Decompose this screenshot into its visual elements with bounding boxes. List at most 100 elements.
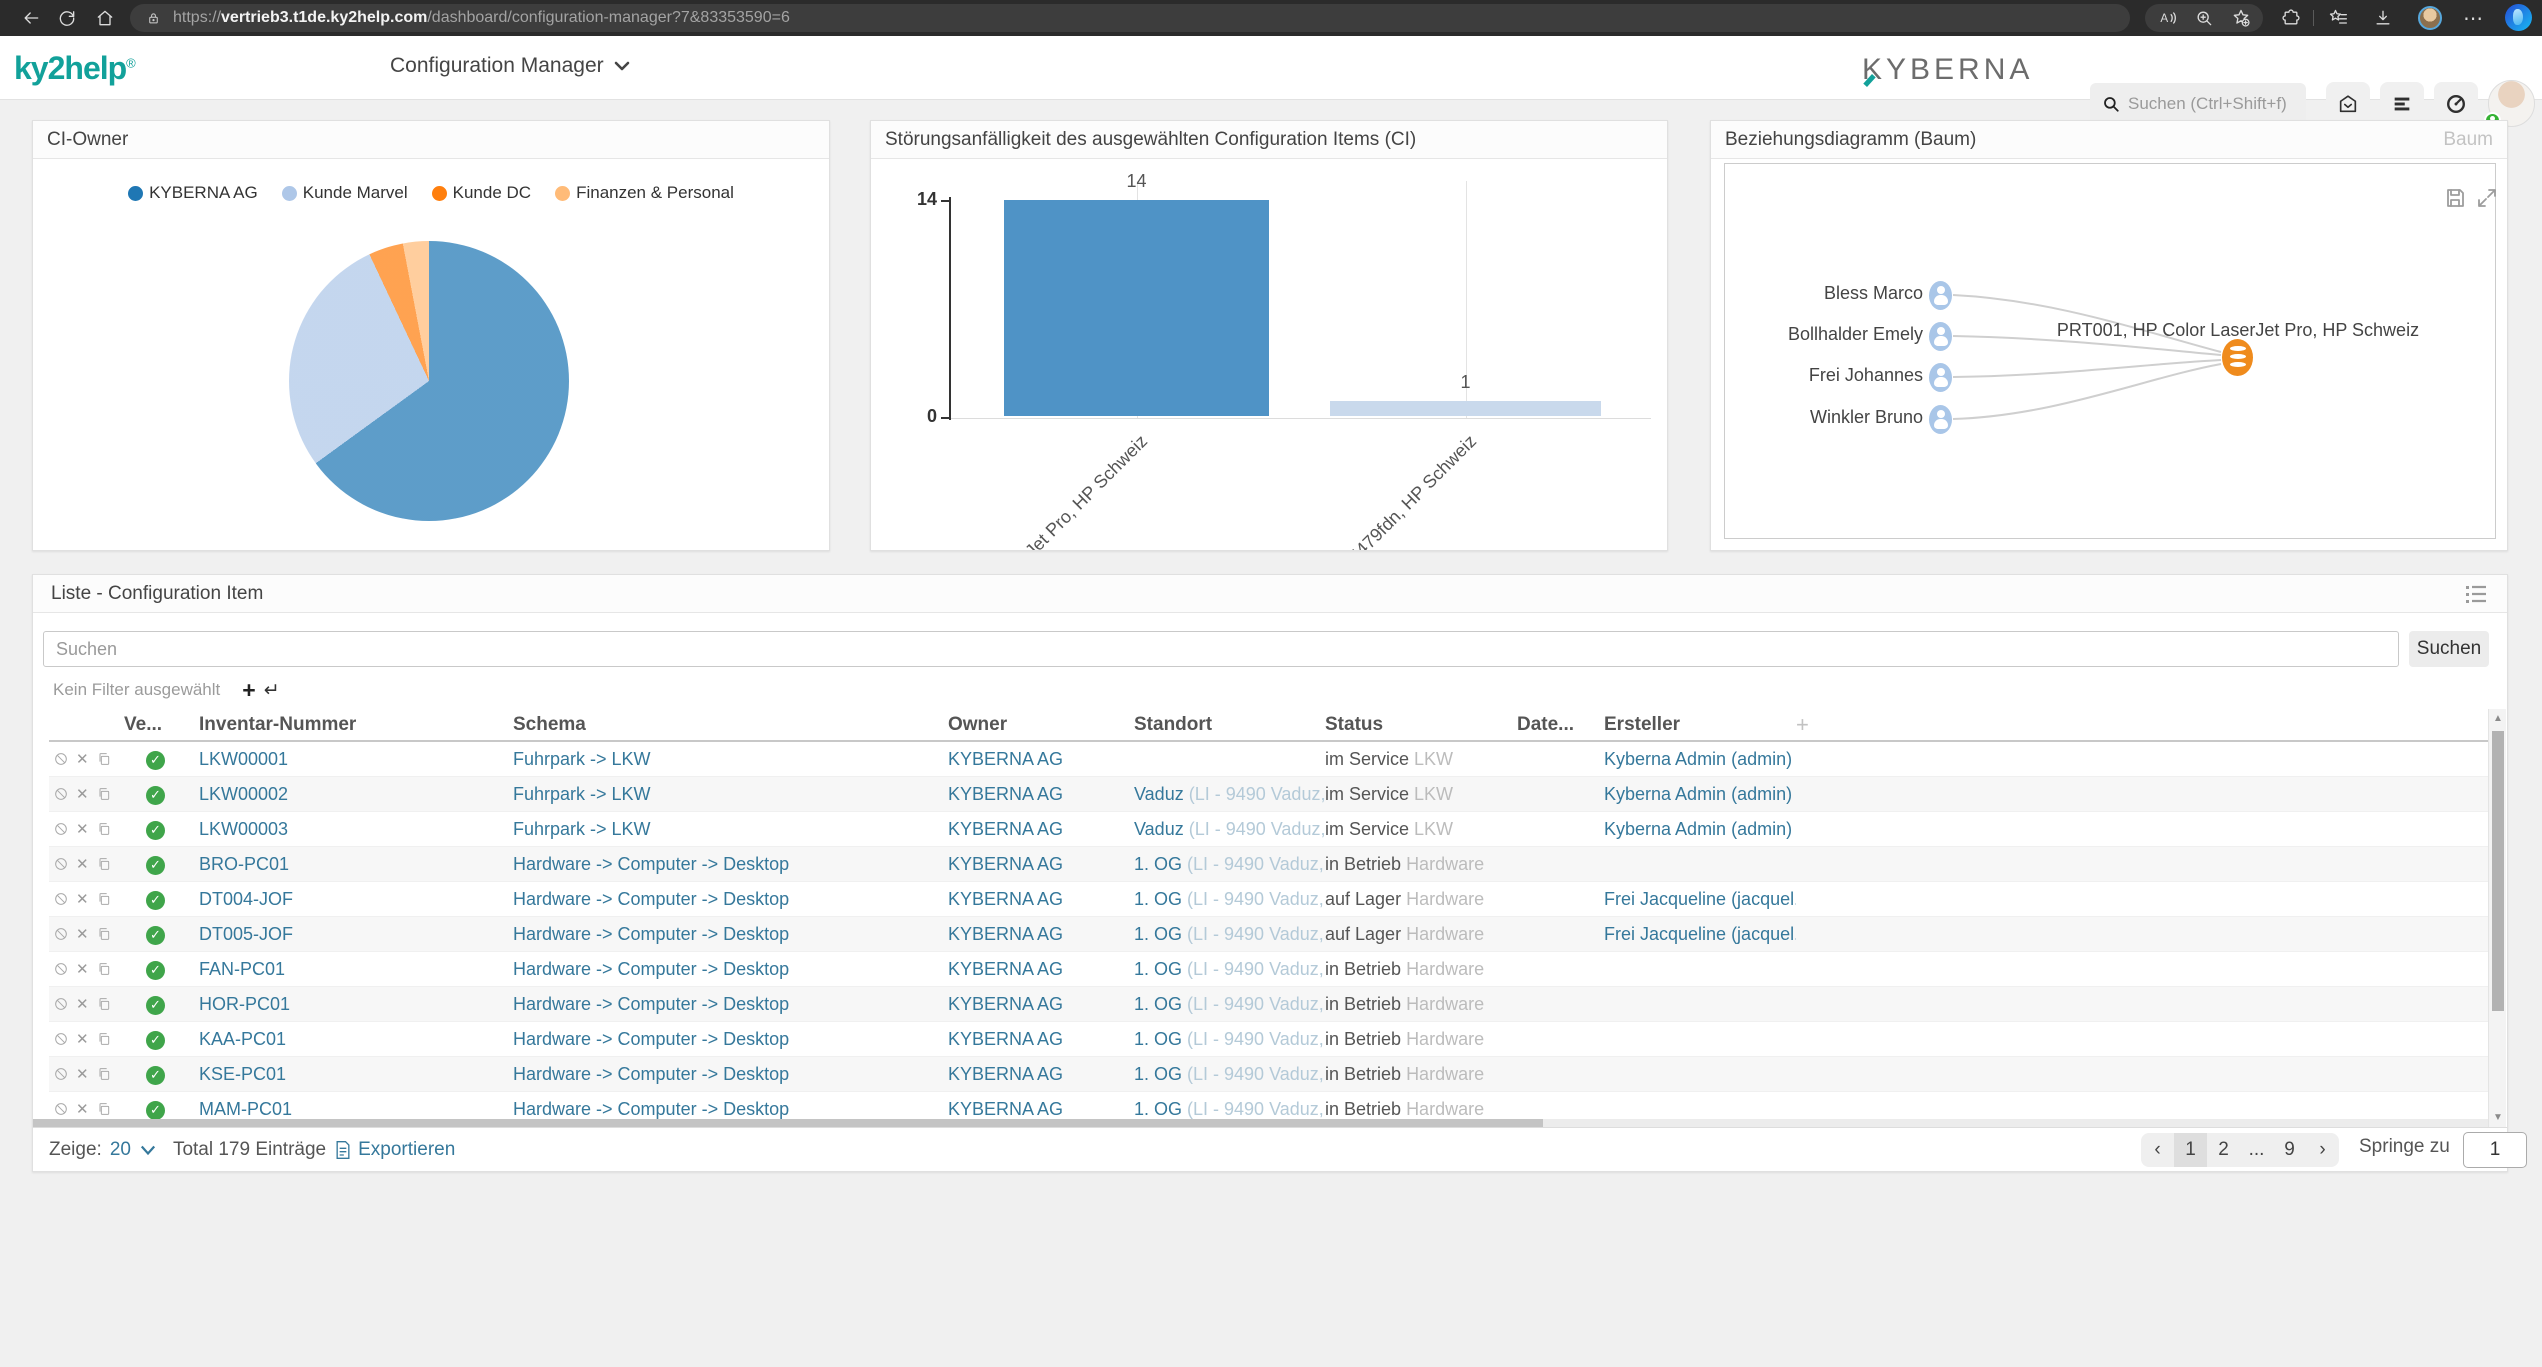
table-row[interactable]: ✕ ✓ FAN-PC01 Hardware -> Computer -> Des…	[49, 952, 2488, 987]
table-row[interactable]: ✕ ✓ LKW00001 Fuhrpark -> LKW KYBERNA AG …	[49, 742, 2488, 777]
table-row[interactable]: ✕ ✓ DT004-JOF Hardware -> Computer -> De…	[49, 882, 2488, 917]
zoom-icon[interactable]	[2193, 7, 2215, 29]
delete-icon[interactable]: ✕	[76, 995, 89, 1013]
col-date[interactable]: Date...	[1517, 714, 1604, 736]
copy-icon[interactable]	[96, 821, 112, 837]
copy-icon[interactable]	[96, 961, 112, 977]
address-bar[interactable]: https://vertrieb3.t1de.ky2help.com/dashb…	[130, 4, 2130, 32]
bar-1[interactable]	[1330, 400, 1601, 416]
ban-icon[interactable]	[53, 751, 69, 767]
table-row[interactable]: ✕ ✓ KAA-PC01 Hardware -> Computer -> Des…	[49, 1022, 2488, 1057]
inventar-link[interactable]: FAN-PC01	[199, 959, 285, 979]
delete-icon[interactable]: ✕	[76, 1065, 89, 1083]
horizontal-scrollbar[interactable]	[33, 1119, 2488, 1127]
inventar-link[interactable]: BRO-PC01	[199, 854, 289, 874]
person-icon[interactable]	[1929, 363, 1952, 392]
ban-icon[interactable]	[53, 856, 69, 872]
inventar-link[interactable]: DT005-JOF	[199, 924, 293, 944]
legend-item[interactable]: Kunde DC	[431, 183, 531, 203]
inventar-link[interactable]: MAM-PC01	[199, 1099, 292, 1119]
copy-icon[interactable]	[96, 891, 112, 907]
favorites-bar-icon[interactable]	[2327, 7, 2349, 29]
reload-icon[interactable]	[56, 7, 78, 29]
ban-icon[interactable]	[53, 996, 69, 1012]
delete-icon[interactable]: ✕	[76, 890, 89, 908]
delete-icon[interactable]: ✕	[76, 785, 89, 803]
page-size-dropdown[interactable]: 20	[110, 1139, 131, 1161]
copilot-icon[interactable]	[2505, 4, 2532, 31]
ban-icon[interactable]	[53, 1101, 69, 1117]
ban-icon[interactable]	[53, 786, 69, 802]
copy-icon[interactable]	[96, 786, 112, 802]
copy-icon[interactable]	[96, 1101, 112, 1117]
delete-icon[interactable]: ✕	[76, 855, 89, 873]
add-column-icon[interactable]: +	[1796, 712, 2488, 738]
col-inventar[interactable]: Inventar-Nummer	[199, 714, 513, 736]
downloads-icon[interactable]	[2372, 7, 2394, 29]
prev-page-button[interactable]: ‹	[2141, 1133, 2174, 1167]
add-filter-icon[interactable]: +	[242, 679, 255, 702]
col-ersteller[interactable]: Ersteller	[1604, 714, 1796, 736]
ky2help-logo[interactable]: ky2help®	[14, 50, 136, 87]
module-dropdown[interactable]: Configuration Manager	[390, 54, 630, 78]
extensions-icon[interactable]	[2280, 7, 2302, 29]
ban-icon[interactable]	[53, 821, 69, 837]
page-button-1[interactable]: 1	[2174, 1133, 2207, 1167]
delete-icon[interactable]: ✕	[76, 960, 89, 978]
global-search-input[interactable]	[2128, 94, 2293, 114]
table-row[interactable]: ✕ ✓ BRO-PC01 Hardware -> Computer -> Des…	[49, 847, 2488, 882]
copy-icon[interactable]	[96, 996, 112, 1012]
delete-icon[interactable]: ✕	[76, 820, 89, 838]
inventar-link[interactable]: LKW00003	[199, 819, 288, 839]
legend-item[interactable]: Kunde Marvel	[281, 183, 408, 203]
jump-to-input[interactable]	[2463, 1132, 2527, 1168]
browser-menu-icon[interactable]: ⋯	[2462, 7, 2484, 30]
ban-icon[interactable]	[53, 1066, 69, 1082]
global-search[interactable]	[2090, 83, 2306, 125]
back-icon[interactable]	[20, 7, 42, 29]
home-icon[interactable]	[94, 7, 116, 29]
copy-icon[interactable]	[96, 926, 112, 942]
delete-icon[interactable]: ✕	[76, 1030, 89, 1048]
diagram-canvas[interactable]: Bless Marco Bollhalder Emely Frei Johann…	[1724, 163, 2496, 539]
ban-icon[interactable]	[53, 1031, 69, 1047]
delete-icon[interactable]: ✕	[76, 750, 89, 768]
next-page-button[interactable]: ›	[2306, 1133, 2339, 1167]
vertical-scrollbar[interactable]: ▲ ▼	[2488, 709, 2506, 1127]
copy-icon[interactable]	[96, 1066, 112, 1082]
ban-icon[interactable]	[53, 926, 69, 942]
table-row[interactable]: ✕ ✓ HOR-PC01 Hardware -> Computer -> Des…	[49, 987, 2488, 1022]
delete-icon[interactable]: ✕	[76, 1100, 89, 1118]
person-icon[interactable]	[1929, 281, 1952, 310]
table-row[interactable]: ✕ ✓ KSE-PC01 Hardware -> Computer -> Des…	[49, 1057, 2488, 1092]
table-row[interactable]: ✕ ✓ LKW00002 Fuhrpark -> LKW KYBERNA AG …	[49, 777, 2488, 812]
inventar-link[interactable]: LKW00002	[199, 784, 288, 804]
inventar-link[interactable]: HOR-PC01	[199, 994, 290, 1014]
page-button-2[interactable]: 2	[2207, 1133, 2240, 1167]
copy-icon[interactable]	[96, 751, 112, 767]
page-button-9[interactable]: 9	[2273, 1133, 2306, 1167]
scrollbar-thumb[interactable]	[2492, 731, 2504, 1011]
list-settings-icon[interactable]	[2465, 584, 2489, 604]
legend-item[interactable]: Finanzen & Personal	[555, 183, 734, 203]
table-row[interactable]: ✕ ✓ DT005-JOF Hardware -> Computer -> De…	[49, 917, 2488, 952]
inventar-link[interactable]: LKW00001	[199, 749, 288, 769]
col-schema[interactable]: Schema	[513, 714, 948, 736]
printer-node-icon[interactable]	[2222, 339, 2253, 376]
ban-icon[interactable]	[53, 961, 69, 977]
person-icon[interactable]	[1929, 405, 1952, 434]
ban-icon[interactable]	[53, 891, 69, 907]
favorite-add-icon[interactable]	[2230, 7, 2252, 29]
col-owner[interactable]: Owner	[948, 714, 1134, 736]
browser-profile-avatar[interactable]	[2418, 6, 2442, 30]
save-icon[interactable]	[2443, 186, 2467, 210]
export-button[interactable]: Exportieren	[358, 1139, 455, 1161]
col-standort[interactable]: Standort	[1134, 714, 1325, 736]
copy-icon[interactable]	[96, 1031, 112, 1047]
legend-item[interactable]: KYBERNA AG	[128, 183, 258, 203]
list-search-button[interactable]: Suchen	[2409, 631, 2489, 667]
read-aloud-icon[interactable]: A	[2156, 7, 2178, 29]
scrollbar-thumb[interactable]	[33, 1119, 1543, 1127]
delete-icon[interactable]: ✕	[76, 925, 89, 943]
col-status[interactable]: Status	[1325, 714, 1517, 736]
